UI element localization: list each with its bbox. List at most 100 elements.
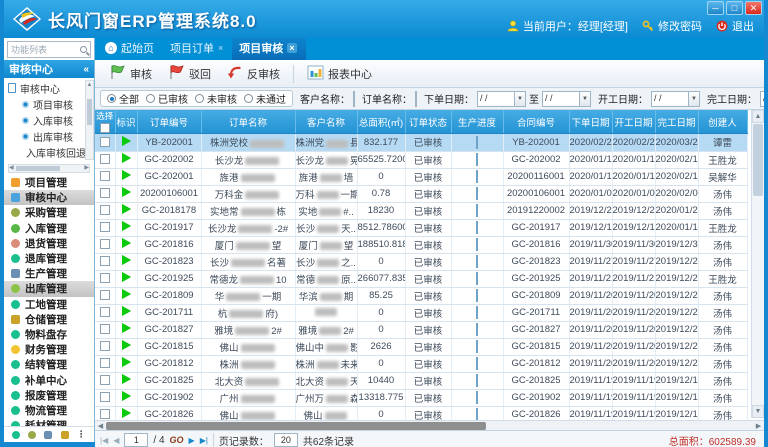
start-date-picker[interactable]: / / ▼ <box>651 91 700 107</box>
tree-vertical-scrollbar[interactable]: ▲ <box>85 80 94 160</box>
tab[interactable]: ⌂ 起始页 × <box>98 37 163 60</box>
tree-horizontal-scrollbar[interactable]: ◀ ▶ <box>8 164 90 173</box>
table-row[interactable]: GC-201825 北大资 北大资天.. 10440 已审核 GC-201825… <box>95 372 747 389</box>
row-checkbox[interactable] <box>100 324 110 334</box>
col-creator[interactable]: 创建人 <box>698 110 747 134</box>
row-checkbox[interactable] <box>100 273 110 283</box>
scrollbar-thumb[interactable] <box>753 124 763 196</box>
table-row[interactable]: GC-201711 杭府) 0 已审核 GC-201711 2019/11/20… <box>95 304 747 321</box>
sidebar-menu-item[interactable]: 仓储管理 <box>4 312 94 327</box>
chevron-down-icon[interactable]: ▼ <box>515 91 526 107</box>
collapsed-module-icon[interactable] <box>28 431 36 439</box>
col-contract[interactable]: 合同编号 <box>503 110 569 134</box>
toolbar-button-audit[interactable]: 审核 <box>103 62 158 85</box>
collapsed-module-icon[interactable] <box>12 431 20 439</box>
status-radio[interactable]: 未通过 <box>244 91 286 106</box>
row-checkbox[interactable] <box>100 358 110 368</box>
sidebar-menu-item[interactable]: 入库管理 <box>4 221 94 236</box>
scroll-right-icon[interactable]: ▶ <box>753 422 764 430</box>
collapsed-module-icon[interactable] <box>44 431 52 439</box>
col-order-no[interactable]: 订单编号 <box>137 110 201 134</box>
col-order-date[interactable]: 下单日期 <box>569 110 612 134</box>
more-icon[interactable]: ⋮ <box>77 429 86 440</box>
chevron-down-icon[interactable]: ▼ <box>580 91 591 107</box>
sidebar-menu-item[interactable]: 退库管理 <box>4 251 94 266</box>
table-row[interactable]: GC-201827 雅境2# 雅境2# 0 已审核 GC-201827 2019… <box>95 321 747 338</box>
row-checkbox[interactable] <box>100 171 110 181</box>
scroll-right-icon[interactable]: ▶ <box>84 164 89 173</box>
table-row[interactable]: YB-202001 株洲党校 株洲党县.. 832.177 已审核 YB-202… <box>95 134 747 151</box>
change-password-button[interactable]: 修改密码 <box>642 18 702 34</box>
col-order-name[interactable]: 订单名称 <box>201 110 295 134</box>
sidebar-menu-item[interactable]: 审核中心 <box>4 190 94 205</box>
table-row[interactable]: 20200106001 万科金 万科一期 0.78 已审核 2020010600… <box>95 185 747 202</box>
row-checkbox[interactable] <box>100 239 110 249</box>
col-finish-date[interactable]: 完工日期 <box>655 110 698 134</box>
sidebar-menu-item[interactable]: 采购管理 <box>4 205 94 220</box>
table-row[interactable]: GC-2018178 实地常栋 实地#.. 18230 已审核 20191220… <box>95 202 747 219</box>
function-search-input[interactable]: 功能列表 <box>7 41 91 58</box>
scrollbar-thumb[interactable] <box>87 99 92 125</box>
table-horizontal-scrollbar[interactable]: ◀ ▶ <box>95 420 764 430</box>
tree-item[interactable]: 入库审核 <box>8 112 84 128</box>
tab[interactable]: ⌂ 项目审核 × <box>232 37 305 60</box>
tree-item[interactable]: 出库审核 <box>8 128 84 144</box>
close-tab-icon[interactable]: × <box>287 43 296 53</box>
go-button[interactable]: GO <box>170 435 184 445</box>
sidebar-menu-item[interactable]: 退货管理 <box>4 236 94 251</box>
toolbar-button-reverse-audit[interactable]: 反审核 <box>221 63 286 84</box>
collapse-icon[interactable]: « <box>83 64 89 75</box>
close-button[interactable]: ✕ <box>745 1 762 15</box>
scroll-left-icon[interactable]: ◀ <box>9 164 14 173</box>
row-checkbox[interactable] <box>100 409 110 419</box>
table-row[interactable]: GC-201815 佛山 佛山中影库 2626 已审核 GC-201815 20… <box>95 338 747 355</box>
sidebar-panel-header[interactable]: 审核中心 « <box>4 60 94 78</box>
table-row[interactable]: GC-201812 株洲 株洲未来 0 已审核 GC-201812 2019/1… <box>95 355 747 372</box>
col-start-date[interactable]: 开工日期 <box>612 110 655 134</box>
close-tab-icon[interactable]: × <box>218 43 223 53</box>
sidebar-menu-item[interactable]: 物料盘存 <box>4 327 94 342</box>
row-checkbox[interactable] <box>100 290 110 300</box>
row-checkbox[interactable] <box>100 188 110 198</box>
col-progress[interactable]: 生产进度 <box>451 110 503 134</box>
table-row[interactable]: GC-202002 长沙龙 长沙龙晃.. 65525.7200.. 已审核 GC… <box>95 151 747 168</box>
sidebar-menu-item[interactable]: 补单中心 <box>4 372 94 387</box>
status-radio[interactable]: 已审核 <box>146 91 188 106</box>
row-checkbox[interactable] <box>100 256 110 266</box>
sidebar-menu-item[interactable]: 生产管理 <box>4 266 94 281</box>
table-row[interactable]: GC-201925 常德龙10 常德原.. 266077.835.. 已审核 G… <box>95 270 747 287</box>
scroll-up-icon[interactable]: ▲ <box>86 81 93 90</box>
order-date-from-picker[interactable]: / / ▼ <box>477 91 526 107</box>
table-row[interactable]: GC-201917 长沙龙-2# 长沙天.. 8512.78600.. 已审核 … <box>95 219 747 236</box>
scrollbar-thumb[interactable] <box>106 422 486 430</box>
order-name-input[interactable] <box>415 91 417 107</box>
scrollbar-thumb[interactable] <box>16 166 60 171</box>
sidebar-menu-item[interactable]: 财务管理 <box>4 342 94 357</box>
table-row[interactable]: GC-201826 佛山 佛山 0 已审核 GC-201826 2019/11/… <box>95 406 747 420</box>
last-page-button[interactable]: ▶| <box>200 436 208 445</box>
row-checkbox[interactable] <box>100 205 110 215</box>
row-checkbox[interactable] <box>100 375 110 385</box>
toolbar-button-report-center[interactable]: 报表中心 <box>301 63 378 85</box>
status-radio[interactable]: 全部 <box>107 91 139 106</box>
select-all-checkbox[interactable] <box>100 123 110 133</box>
chevron-down-icon[interactable]: ▼ <box>689 91 700 107</box>
sidebar-menu-item[interactable]: 项目管理 <box>4 175 94 190</box>
table-row[interactable]: GC-201816 厦门望 厦门望 188510.818 已审核 GC-2018… <box>95 236 747 253</box>
col-status[interactable]: 订单状态 <box>405 110 451 134</box>
row-checkbox[interactable] <box>100 222 110 232</box>
scroll-up-icon[interactable]: ▲ <box>752 110 764 123</box>
next-page-button[interactable]: ▶ <box>189 436 195 445</box>
prev-page-button[interactable]: ◀ <box>113 436 119 445</box>
page-number-input[interactable]: 1 <box>124 433 148 447</box>
toolbar-button-reject[interactable]: 驳回 <box>162 62 217 85</box>
row-checkbox[interactable] <box>100 137 110 147</box>
collapsed-module-icon[interactable] <box>61 431 69 439</box>
sidebar-menu-item[interactable]: 结转管理 <box>4 357 94 372</box>
tab[interactable]: ⌂ 项目订单 × <box>163 37 232 60</box>
col-area[interactable]: 总面积(㎡) <box>357 110 405 134</box>
finish-date-picker[interactable]: / / <box>760 91 764 107</box>
scroll-left-icon[interactable]: ◀ <box>95 422 106 430</box>
table-row[interactable]: GC-202001 旌港 旌港墙 0 已审核 20200116001 2020/… <box>95 168 747 185</box>
tree-item[interactable]: 项目审核 <box>8 96 84 112</box>
